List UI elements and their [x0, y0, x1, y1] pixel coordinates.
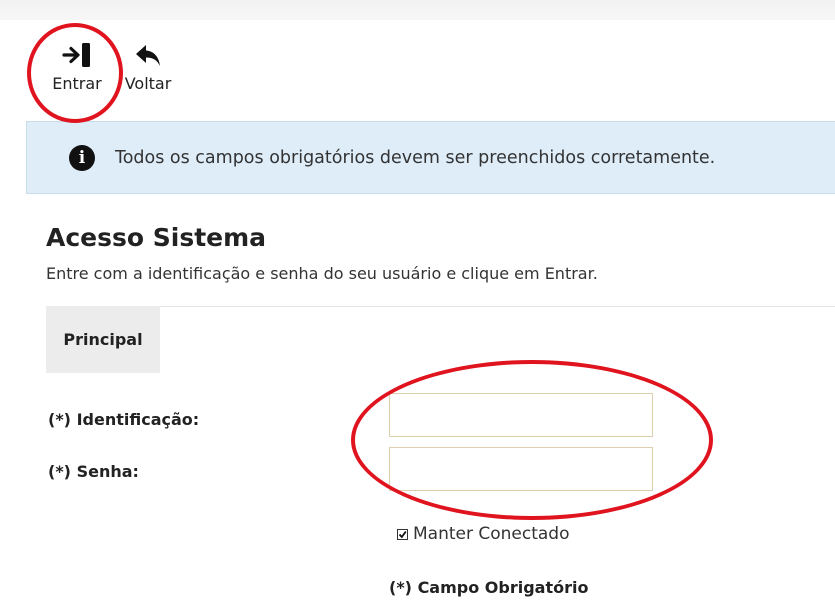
entrar-label: Entrar — [52, 74, 102, 93]
tab-principal-label: Principal — [63, 330, 143, 349]
info-message: i Todos os campos obrigatórios devem ser… — [26, 121, 835, 194]
identificacao-input[interactable] — [389, 393, 653, 437]
info-message-text: Todos os campos obrigatórios devem ser p… — [115, 147, 716, 168]
senha-label: (*) Senha: — [48, 462, 139, 481]
required-field-note: (*) Campo Obrigatório — [389, 578, 589, 597]
page-title: Acesso Sistema — [46, 223, 267, 252]
top-bar — [0, 0, 835, 20]
annotation-circle-fields — [351, 360, 713, 520]
sign-in-icon — [60, 38, 94, 72]
manter-conectado-option[interactable]: Manter Conectado — [397, 524, 570, 544]
manter-conectado-checkbox[interactable] — [397, 528, 408, 540]
identificacao-label: (*) Identificação: — [48, 410, 200, 429]
entrar-button[interactable]: Entrar — [46, 38, 108, 104]
voltar-label: Voltar — [124, 74, 172, 93]
tab-principal[interactable]: Principal — [46, 306, 160, 373]
senha-input[interactable] — [389, 447, 653, 491]
undo-arrow-icon — [131, 38, 165, 72]
page-subtitle: Entre com a identificação e senha do seu… — [46, 264, 598, 283]
voltar-button[interactable]: Voltar — [116, 38, 180, 104]
tab-divider — [160, 306, 835, 307]
info-icon: i — [69, 144, 95, 171]
manter-conectado-label: Manter Conectado — [413, 524, 570, 544]
